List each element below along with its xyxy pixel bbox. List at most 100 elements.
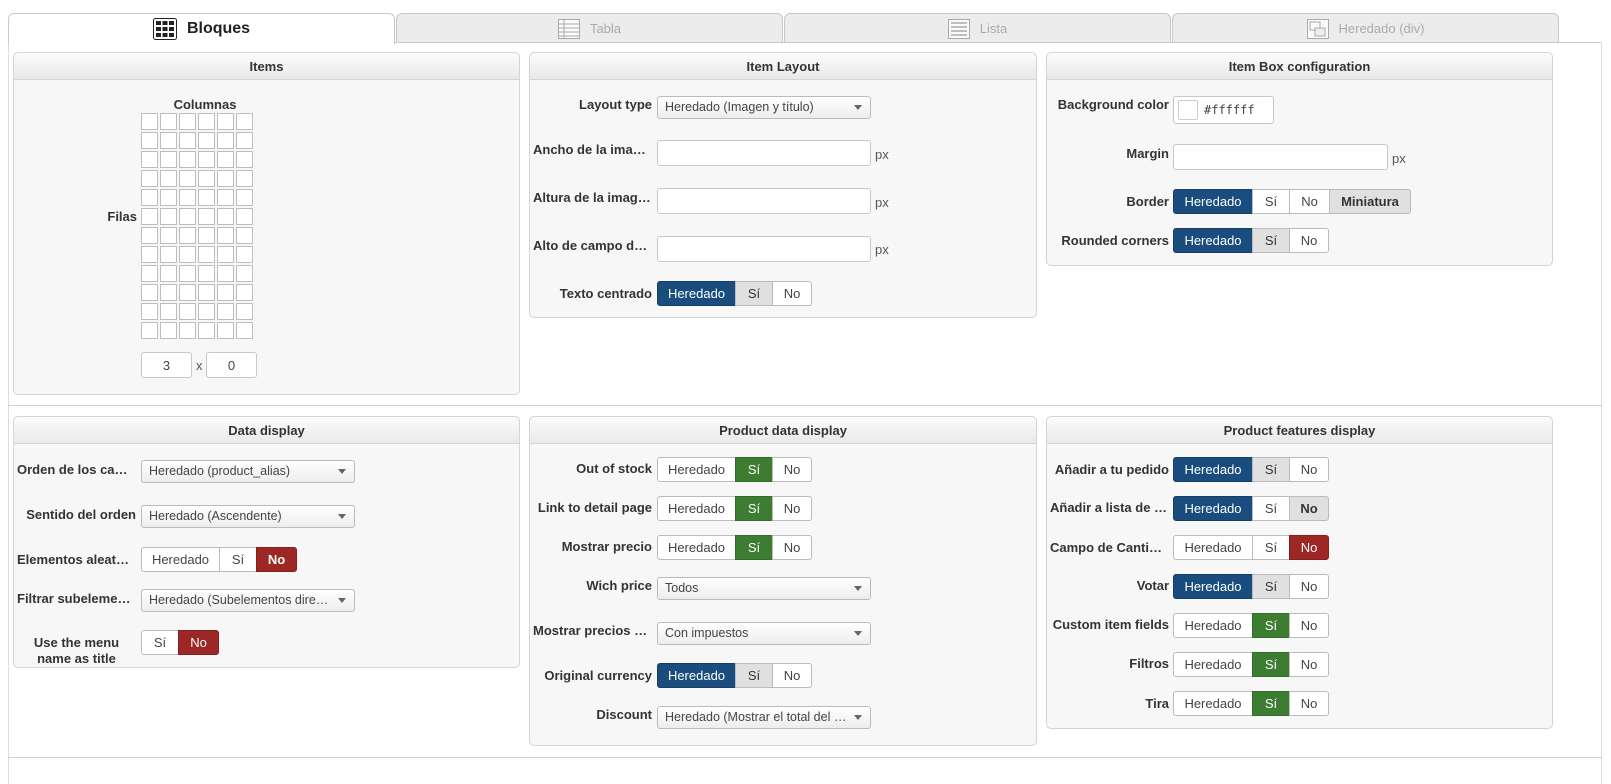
option-si[interactable]: Sí: [1252, 613, 1290, 638]
option-no[interactable]: No: [1289, 496, 1329, 521]
grid-cell[interactable]: [141, 132, 158, 149]
grid-cell[interactable]: [198, 208, 215, 225]
grid-cell[interactable]: [198, 246, 215, 263]
option-heredado[interactable]: Heredado: [1173, 457, 1253, 482]
option-no[interactable]: No: [178, 630, 219, 655]
option-si[interactable]: Sí: [735, 663, 773, 688]
option-si[interactable]: Sí: [1252, 574, 1290, 599]
grid-cell[interactable]: [217, 284, 234, 301]
option-heredado[interactable]: Heredado: [1173, 652, 1253, 677]
tab-heredado-div[interactable]: Heredado (div): [1172, 13, 1559, 43]
option-heredado[interactable]: Heredado: [141, 547, 220, 572]
field-order-select[interactable]: Heredado (product_alias): [141, 460, 355, 483]
option-no[interactable]: No: [256, 547, 297, 572]
option-si[interactable]: Sí: [1252, 228, 1290, 253]
option-heredado[interactable]: Heredado: [1173, 496, 1253, 521]
option-no[interactable]: No: [1289, 652, 1329, 677]
option-no[interactable]: No: [1289, 574, 1329, 599]
option-heredado[interactable]: Heredado: [657, 457, 736, 482]
option-no[interactable]: No: [772, 281, 812, 306]
option-no[interactable]: No: [772, 535, 812, 560]
tab-lista[interactable]: Lista: [784, 13, 1171, 43]
grid-cell[interactable]: [198, 265, 215, 282]
grid-cell[interactable]: [217, 322, 234, 339]
grid-cell[interactable]: [217, 132, 234, 149]
option-si[interactable]: Sí: [1252, 652, 1290, 677]
grid-cell[interactable]: [236, 132, 253, 149]
grid-cell[interactable]: [179, 303, 196, 320]
grid-cell[interactable]: [141, 227, 158, 244]
grid-cell[interactable]: [236, 189, 253, 206]
option-heredado[interactable]: Heredado: [1173, 613, 1253, 638]
grid-cell[interactable]: [179, 246, 196, 263]
margin-input[interactable]: [1173, 144, 1388, 170]
option-si[interactable]: Sí: [1252, 535, 1290, 560]
grid-cell[interactable]: [198, 322, 215, 339]
grid-cell[interactable]: [160, 303, 177, 320]
option-heredado[interactable]: Heredado: [1173, 228, 1253, 253]
grid-cell[interactable]: [236, 265, 253, 282]
grid-cell[interactable]: [160, 265, 177, 282]
grid-cell[interactable]: [179, 227, 196, 244]
option-no[interactable]: No: [1289, 535, 1329, 560]
grid-cell[interactable]: [179, 151, 196, 168]
grid-cell[interactable]: [217, 170, 234, 187]
grid-cell[interactable]: [236, 246, 253, 263]
grid-cell[interactable]: [236, 208, 253, 225]
prices-taxes-select[interactable]: Con impuestos: [657, 622, 871, 645]
option-si[interactable]: Sí: [1252, 457, 1290, 482]
grid-cell[interactable]: [141, 284, 158, 301]
option-heredado[interactable]: Heredado: [657, 535, 736, 560]
grid-cell[interactable]: [141, 170, 158, 187]
grid-cell[interactable]: [217, 303, 234, 320]
grid-cell[interactable]: [217, 189, 234, 206]
grid-cell[interactable]: [160, 151, 177, 168]
columns-input[interactable]: [141, 352, 192, 378]
grid-cell[interactable]: [160, 322, 177, 339]
option-heredado[interactable]: Heredado: [657, 496, 736, 521]
option-no[interactable]: No: [1289, 457, 1329, 482]
grid-cell[interactable]: [198, 284, 215, 301]
grid-cell[interactable]: [160, 208, 177, 225]
grid-cell[interactable]: [236, 284, 253, 301]
grid-cell[interactable]: [179, 265, 196, 282]
grid-cell[interactable]: [236, 227, 253, 244]
grid-cell[interactable]: [179, 132, 196, 149]
option-no[interactable]: No: [772, 663, 812, 688]
grid-cell[interactable]: [198, 303, 215, 320]
grid-cell[interactable]: [141, 113, 158, 130]
which-price-select[interactable]: Todos: [657, 577, 871, 600]
option-no[interactable]: No: [1289, 613, 1329, 638]
option-heredado[interactable]: Heredado: [657, 663, 736, 688]
filter-subitems-select[interactable]: Heredado (Subelementos directos): [141, 589, 355, 612]
grid-cell[interactable]: [198, 189, 215, 206]
option-miniatura[interactable]: Miniatura: [1329, 189, 1411, 214]
grid-cell[interactable]: [160, 189, 177, 206]
grid-cell[interactable]: [179, 113, 196, 130]
grid-cell[interactable]: [217, 151, 234, 168]
grid-cell[interactable]: [141, 246, 158, 263]
option-no[interactable]: No: [772, 457, 812, 482]
discount-select[interactable]: Heredado (Mostrar el total del descuento…: [657, 706, 871, 729]
order-direction-select[interactable]: Heredado (Ascendente): [141, 505, 355, 528]
option-heredado[interactable]: Heredado: [1173, 574, 1253, 599]
image-width-input[interactable]: [657, 140, 871, 166]
grid-cell[interactable]: [198, 151, 215, 168]
grid-cell[interactable]: [141, 265, 158, 282]
grid-cell[interactable]: [160, 170, 177, 187]
option-si[interactable]: Sí: [1252, 691, 1290, 716]
grid-cell[interactable]: [198, 132, 215, 149]
field-height-input[interactable]: [657, 236, 871, 262]
grid-cell[interactable]: [217, 265, 234, 282]
option-heredado[interactable]: Heredado: [1173, 535, 1253, 560]
option-si[interactable]: Sí: [219, 547, 257, 572]
grid-cell[interactable]: [217, 208, 234, 225]
grid-cell[interactable]: [236, 113, 253, 130]
grid-cell[interactable]: [236, 303, 253, 320]
grid-cell[interactable]: [217, 227, 234, 244]
option-si[interactable]: Sí: [735, 457, 773, 482]
grid-cell[interactable]: [179, 322, 196, 339]
grid-cell[interactable]: [160, 246, 177, 263]
grid-cell[interactable]: [236, 151, 253, 168]
option-si[interactable]: Sí: [141, 630, 179, 655]
